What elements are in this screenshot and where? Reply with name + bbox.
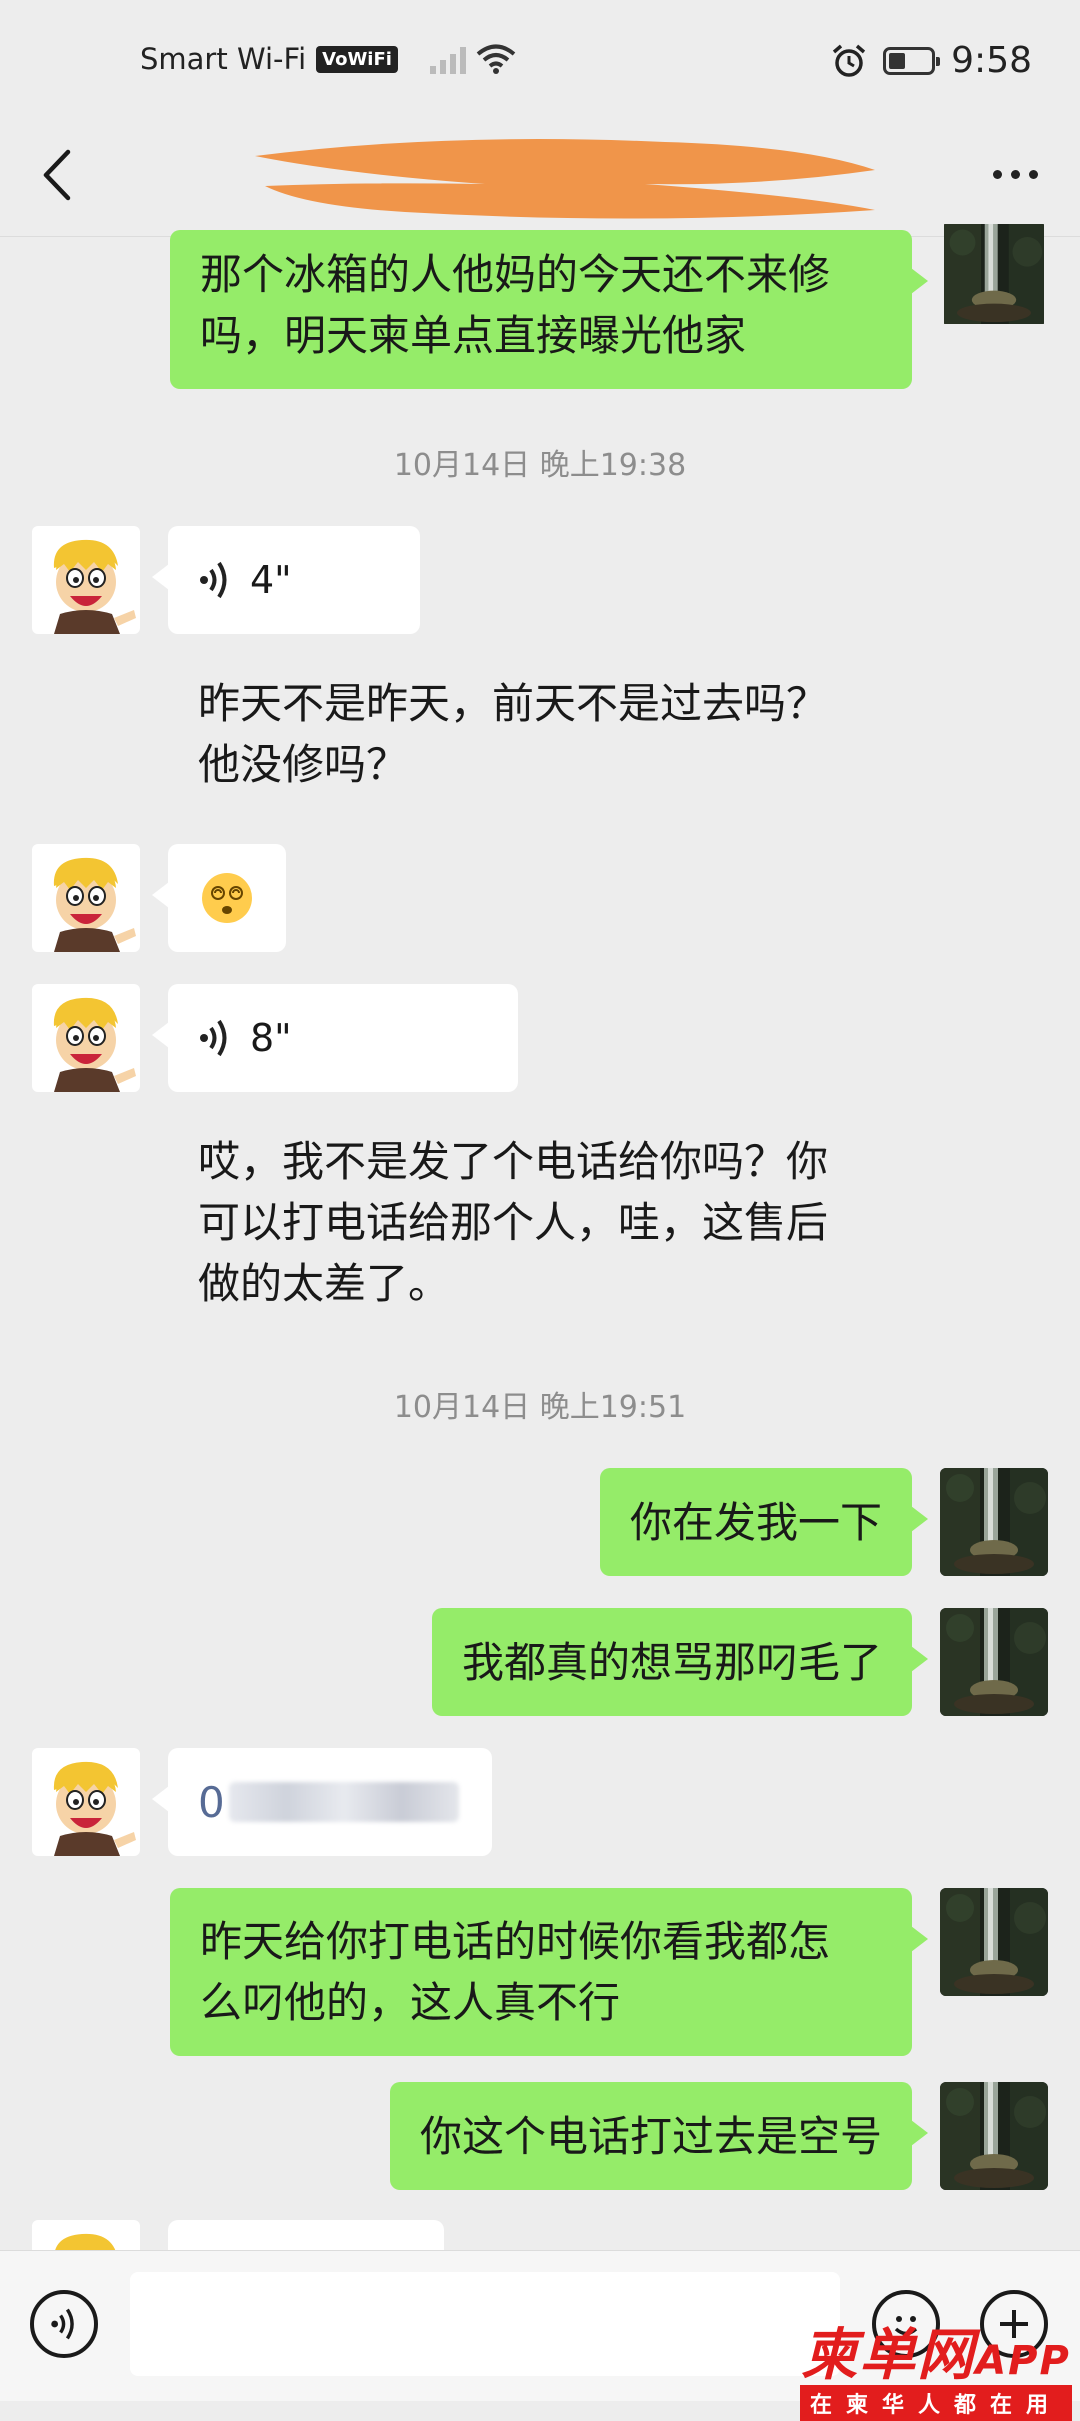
message-input[interactable] [130,2272,840,2376]
message-text: 昨天不是昨天，前天不是过去吗？ [198,679,829,728]
message-text: 我都真的想骂那叼毛了 [461,1638,882,1687]
message-text: 可以打电话给那个人，哇，这售后 [198,1198,829,1247]
message-bubble[interactable]: 你这个电话打过去是空号 [389,2082,929,2190]
message-bubble[interactable]: 那个冰箱的人他妈的今天还不来修 吗，明天柬单点直接曝光他家 [170,230,928,389]
message-bubble[interactable]: 0 [152,1748,492,1856]
signal-icon [429,44,466,74]
status-bar-right: 9:58 [831,40,1032,81]
message-outgoing: 那个冰箱的人他妈的今天还不来修 吗，明天柬单点直接曝光他家 [170,230,1048,389]
self-avatar[interactable] [940,224,1048,324]
message-text: 那个冰箱的人他妈的今天还不来修 [200,250,831,299]
contact-avatar[interactable] [32,526,140,634]
message-text: 你这个电话打过去是空号 [419,2112,882,2161]
watermark-app: APP [975,2338,1071,2384]
self-avatar[interactable] [940,2082,1048,2190]
self-avatar[interactable] [940,1468,1048,1576]
message-text: 他没修吗？ [198,740,409,789]
message-text: 么叼他的，这人真不行 [200,1978,621,2027]
message-text: 昨天给你打电话的时候你看我都怎 [200,1917,831,1966]
voice-message-bubble[interactable]: 8" [152,984,518,1092]
message-incoming: 4" [32,526,420,634]
contact-avatar[interactable] [32,844,140,952]
message-bubble[interactable]: 昨天给你打电话的时候你看我都怎 么叼他的，这人真不行 [170,1888,928,2056]
voice-wave-icon [200,1019,227,1057]
voice-duration: 4" [250,557,292,602]
message-outgoing: 你这个电话打过去是空号 [389,2082,1048,2190]
voice-duration: 8" [250,1015,292,1060]
contact-avatar[interactable] [32,1748,140,1856]
contact-avatar[interactable] [32,984,140,1092]
watermark-title: 柬单网 [801,2323,976,2388]
message-bubble[interactable]: 你在发我一下 [599,1468,929,1576]
voice-message-bubble[interactable]: 4" [152,526,420,634]
message-incoming: 8" [32,984,518,1092]
self-avatar[interactable] [940,1608,1048,1716]
emoji-message-bubble[interactable] [152,844,286,952]
message-text: 做的太差了。 [198,1259,451,1308]
voice-input-button[interactable] [30,2290,98,2358]
watermark-logo: 柬单网APP 在柬华人都在用 [799,2310,1072,2421]
more-options-icon[interactable] [993,170,1038,179]
message-incoming: 哎，我不是发了个电话给你吗？你 可以打电话给那个人，哇，这售后 做的太差了。 [168,1108,912,1337]
redacted-contact-name [255,139,875,219]
back-arrow-icon[interactable] [38,148,78,202]
message-bubble[interactable]: 哎，我不是发了个电话给你吗？你 可以打电话给那个人，哇，这售后 做的太差了。 [168,1108,912,1337]
message-outgoing: 昨天给你打电话的时候你看我都怎 么叼他的，这人真不行 [170,1888,1048,2056]
message-bubble[interactable]: 我都真的想骂那叼毛了 [431,1608,929,1716]
message-outgoing: 你在发我一下 [599,1468,1048,1576]
battery-icon [883,46,941,75]
self-avatar[interactable] [940,1888,1048,1996]
voice-wave-icon [200,561,227,599]
vowifi-badge: VoWiFi [316,45,398,73]
clock-time: 9:58 [951,40,1032,81]
message-incoming [32,844,286,952]
voice-wave-icon [51,2308,74,2340]
wifi-icon [476,44,516,74]
message-text: 哎，我不是发了个电话给你吗？你 [198,1137,829,1186]
network-name: Smart Wi-Fi [140,42,307,76]
timestamp: 10月14日 晚上19:51 [393,1390,687,1425]
message-text: 吗，明天柬单点直接曝光他家 [200,311,747,360]
message-outgoing: 我都真的想骂那叼毛了 [431,1608,1048,1716]
message-incoming: 0 [32,1748,492,1856]
message-bubble[interactable]: 昨天不是昨天，前天不是过去吗？ 他没修吗？ [168,650,912,818]
status-bar-left: Smart Wi-Fi VoWiFi [140,42,516,76]
message-incoming: 昨天不是昨天，前天不是过去吗？ 他没修吗？ [168,650,912,818]
redacted-phone-blur [228,1782,459,1822]
timestamp: 10月14日 晚上19:38 [393,448,687,483]
message-text: 你在发我一下 [629,1498,882,1547]
phone-number-text[interactable]: 0 [198,1772,225,1833]
alarm-icon [833,44,866,77]
watermark-subtitle: 在柬华人都在用 [799,2385,1072,2421]
dizzy-face-emoji-icon [202,873,252,923]
